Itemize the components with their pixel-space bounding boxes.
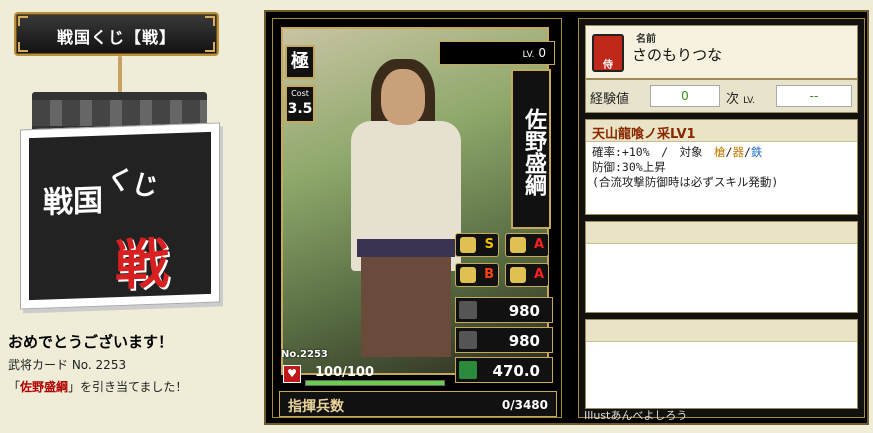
- speed-stat: 470.0: [455, 357, 553, 383]
- logo-text-sengoku: 戦国: [43, 183, 103, 221]
- skill-name: 天山龍喰ノ采LV1: [586, 120, 857, 142]
- unit-aptitudes: S A B A: [455, 233, 553, 293]
- skill-panel-2: [585, 221, 858, 313]
- gun-icon: [510, 267, 526, 283]
- illustrator-credit: Illustあんべよしろう: [584, 409, 688, 422]
- gun-aptitude: A: [505, 263, 549, 287]
- logo-text-sen: 戦: [115, 231, 169, 298]
- spear-icon: [460, 237, 476, 253]
- logo-text-kuji: くじ: [103, 163, 162, 204]
- result-text: 「佐野盛綱」を引き当てました！: [8, 380, 188, 394]
- title-plate: 戦国くじ【戦】: [14, 12, 219, 56]
- skill-panel-1: 天山龍喰ノ采LV1 確率:+10% / 対象 槍/器/鉄 防御:30%上昇 (合…: [585, 119, 858, 215]
- helmet-icon: [459, 331, 477, 349]
- lottery-logo: 戦国 くじ 戦: [12, 78, 224, 313]
- sword-icon: [459, 301, 477, 319]
- horse-icon: [510, 237, 526, 253]
- heart-icon: ♥: [283, 365, 301, 383]
- exp-row: 経験値 0 次 LV. --: [585, 79, 858, 113]
- general-card: 極 Cost 3.5 LV. 0 佐野盛綱 S A B A 980 980 470…: [272, 18, 562, 418]
- spear-aptitude: S: [455, 233, 499, 257]
- rarity-badge: 極: [285, 45, 315, 79]
- general-name: 佐野盛綱: [20, 380, 69, 394]
- exp-value: 0: [650, 85, 720, 107]
- bow-icon: [460, 267, 476, 283]
- horse-aptitude: A: [505, 233, 549, 257]
- bow-aptitude: B: [455, 263, 499, 287]
- page: 戦国くじ【戦】 戦国 くじ 戦 おめでとうございます！ 武将カード No. 22…: [0, 0, 873, 433]
- level-display: LV. 0: [439, 41, 555, 65]
- scroll-icon: [459, 361, 477, 379]
- card-area: 極 Cost 3.5 LV. 0 佐野盛綱 S A B A 980 980 470…: [264, 10, 869, 425]
- samurai-seal-icon: 侍: [592, 34, 624, 72]
- command-bar: 指揮兵数 0/3480: [279, 391, 557, 417]
- cost-badge: Cost 3.5: [285, 85, 315, 123]
- name-panel: 侍 名前 さのもりつな: [585, 25, 858, 79]
- congrats-message: おめでとうございます！: [8, 333, 174, 351]
- attack-stat: 980: [455, 297, 553, 323]
- hp-text: 100/100: [315, 365, 375, 380]
- next-level-value: --: [776, 85, 852, 107]
- general-name-vertical: 佐野盛綱: [511, 69, 551, 229]
- defense-stat: 980: [455, 327, 553, 353]
- card-number-text: 武将カード No. 2253: [8, 358, 127, 372]
- name-reading: さのもりつな: [632, 46, 723, 64]
- hp-bar: [305, 380, 445, 386]
- skill-panel-3: [585, 319, 858, 409]
- card-number: No.2253: [281, 349, 328, 360]
- page-title: 戦国くじ【戦】: [56, 28, 176, 47]
- command-value: 0/3480: [501, 398, 548, 412]
- card-details: 侍 名前 さのもりつな 経験値 0 次 LV. -- 天山龍喰ノ采LV1 確率:…: [578, 18, 865, 422]
